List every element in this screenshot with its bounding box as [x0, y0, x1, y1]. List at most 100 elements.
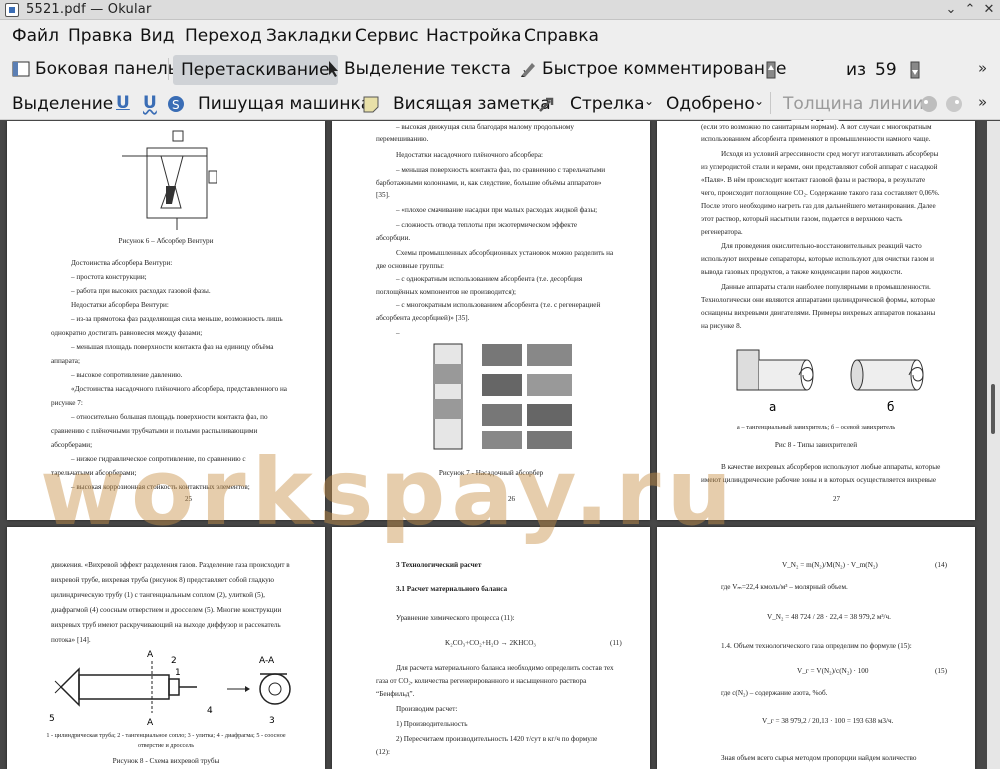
more-actions-icon[interactable]: » — [978, 59, 987, 77]
fig-b-label: б — [887, 400, 894, 414]
pen-icon — [519, 60, 537, 78]
text-line: тарельчатыми абсорберами; — [51, 469, 137, 477]
text-line: на рисунке 8. — [701, 322, 742, 330]
text-line: – высокое сопротивление давлению. — [71, 371, 183, 379]
figure-caption: Рисунок 8 - Схема вихревой трубы — [112, 757, 220, 765]
menu-settings[interactable]: Настройка — [426, 26, 521, 46]
menu-view[interactable]: Вид — [140, 26, 174, 46]
text-line: этот раствор, который насытили газом, по… — [701, 215, 903, 223]
menu-file[interactable]: Файл — [12, 26, 59, 46]
text-line: – высокая коррозионная стойкость контакт… — [71, 483, 250, 491]
text-line: вывода газовых продуктов, а также конден… — [701, 268, 903, 276]
text-line: из углеродистой стали и керами, они пред… — [701, 163, 938, 171]
text-line: потока» [14]. — [51, 636, 91, 644]
strikeout-icon[interactable]: S — [167, 95, 185, 113]
next-page-icon[interactable] — [910, 61, 920, 79]
menu-edit[interactable]: Правка — [68, 26, 133, 46]
text-line: Технологически они являются аппаратами ц… — [701, 296, 936, 304]
vertical-scrollbar[interactable] — [987, 121, 1000, 769]
part-label-4: 4 — [207, 706, 213, 716]
text-line: – из-за прямотока фаз разделяющая сила м… — [71, 315, 283, 323]
text-line: перемешиванию. — [376, 135, 429, 143]
text-line: Для проведения окислительно-восстановите… — [721, 242, 922, 250]
text-line: «Паля». В нём происходит контакт газовой… — [701, 176, 926, 184]
text-line: В качестве вихревых абсорберов использую… — [721, 463, 941, 471]
arrow-tool-icon[interactable] — [538, 95, 556, 113]
page-30: V_N₂ = m(N₂)/M(N₂) · V_m(N₂) (14) где Vₘ… — [657, 527, 975, 769]
approved-stamp-button[interactable]: Одобрено — [666, 94, 755, 114]
page-25: Рисунок 6 – Абсорбер Вентури Достоинства… — [7, 121, 325, 520]
text-line: «Достоинства насадочного плёночного абсо… — [71, 385, 287, 393]
sticky-note-icon[interactable] — [362, 95, 380, 113]
text-line: Достоинства абсорбера Вентури: — [71, 259, 173, 267]
page-of-label: из — [846, 60, 867, 80]
menu-go[interactable]: Переход — [185, 26, 262, 46]
underline-icon[interactable]: U — [116, 93, 130, 113]
page-26: – высокая движущая сила благодаря малому… — [332, 121, 650, 520]
sticky-note-button[interactable]: Висящая заметка — [393, 94, 551, 114]
title-bar: 5521.pdf — Okular ⌄ ⌃ ✕ — [0, 0, 1000, 20]
text-line: абсорбента десорбцией)» [35]. — [376, 314, 470, 322]
text-line: Исходя из условий агрессивности сред мог… — [721, 150, 939, 158]
part-label-1: 1 — [175, 668, 181, 678]
menu-help[interactable]: Справка — [524, 26, 599, 46]
quick-comment-label: Быстрое комментирование — [542, 59, 787, 79]
more-annotations-icon[interactable]: » — [978, 93, 987, 111]
figure-7-caption: Рисунок 7 - Насадочный абсорбер — [438, 469, 544, 477]
stamp-chevron-down-icon[interactable]: ⌄ — [754, 94, 764, 108]
previous-page-icon[interactable] — [766, 61, 776, 79]
typewriter-button[interactable]: Пишущая машинка — [198, 94, 371, 114]
highlight-button[interactable]: Выделение — [12, 94, 113, 114]
page-number: 25 — [185, 495, 192, 503]
text-line: – с однократным использованием абсорбент… — [396, 275, 583, 283]
text-line: вихревой трубе, вихревая труба (рисунок … — [51, 576, 275, 584]
text-line: – сложность отвода теплоты при экзотерми… — [396, 221, 578, 229]
text-line: Недостатки насадочного плёночного абсорб… — [396, 151, 544, 159]
drag-mode-label: Перетаскивание — [181, 60, 330, 80]
text-line: – меньшая площадь поверхности контакта ф… — [71, 343, 274, 351]
maximize-icon[interactable]: ⌃ — [962, 2, 978, 18]
text-line: – с многократным использованием абсорбен… — [396, 301, 601, 309]
equation-number: (11) — [610, 639, 622, 647]
text-line: (12): — [376, 748, 390, 756]
page-29: 3 Технологический расчет 3.1 Расчет мате… — [332, 527, 650, 769]
text-line: абсорбции. — [376, 234, 411, 242]
text-line: Недостатки абсорбера Вентури: — [71, 301, 169, 309]
page-number: 26 — [508, 495, 515, 503]
squiggle-icon[interactable]: U — [143, 93, 157, 113]
text-line: использованием абсорбента применяют в пр… — [701, 135, 931, 143]
menu-tools[interactable]: Сервис — [355, 26, 419, 46]
menu-bookmarks[interactable]: Закладки — [266, 26, 352, 46]
line-width-button[interactable]: Толщина линии — [783, 94, 924, 114]
text-line: используют вихревые сепараторы, которые … — [701, 255, 935, 263]
color-icon[interactable] — [920, 95, 938, 113]
toolbar-separator — [770, 92, 771, 114]
text-line: газа от CO₂, количества регенерированног… — [376, 677, 587, 685]
page-total-label: 59 — [875, 60, 897, 80]
drag-mode-button[interactable]: Перетаскивание — [173, 55, 338, 85]
scrollbar-thumb[interactable] — [991, 384, 995, 434]
close-icon[interactable]: ✕ — [981, 2, 997, 18]
arrow-button[interactable]: Стрелка — [570, 94, 645, 114]
text-line: 1) Производительность — [396, 720, 468, 728]
sidebar-icon — [12, 60, 30, 78]
equation-number: (15) — [935, 667, 947, 675]
text-line: рисунке 7: — [51, 399, 83, 407]
text-line: После этого необходимо нагреть газ для д… — [701, 202, 936, 210]
text-line: движения. «Вихревой эффект разделения га… — [51, 561, 290, 569]
opacity-icon[interactable] — [945, 95, 963, 113]
document-viewport[interactable]: Рисунок 6 – Абсорбер Вентури Достоинства… — [0, 121, 987, 769]
section-label: A — [147, 718, 154, 727]
quick-comment-button[interactable]: Быстрое комментирование — [519, 59, 786, 79]
okular-app-icon — [5, 3, 19, 17]
text-line: диафрагмой (4) соосным отверстием и дрос… — [51, 606, 282, 614]
text-line: чего, происходит поглощение CO₂. Содержа… — [701, 189, 940, 197]
text-selection-button[interactable]: Выделение текста ⌄ — [327, 59, 531, 79]
arrow-chevron-down-icon[interactable]: ⌄ — [644, 94, 654, 108]
sidebar-button[interactable]: Боковая панель — [12, 59, 178, 79]
minimize-icon[interactable]: ⌄ — [943, 2, 959, 18]
equation-14: V_N₂ = m(N₂)/M(N₂) · V_m(N₂) — [782, 561, 878, 569]
text-line: 2) Пересчитаем производительность 1420 т… — [396, 735, 598, 743]
equation-15-calc: V_г = 38 979,2 / 20,13 · 100 = 193 638 м… — [762, 717, 894, 725]
text-line: – низкое гидравлическое сопротивление, п… — [71, 455, 246, 463]
